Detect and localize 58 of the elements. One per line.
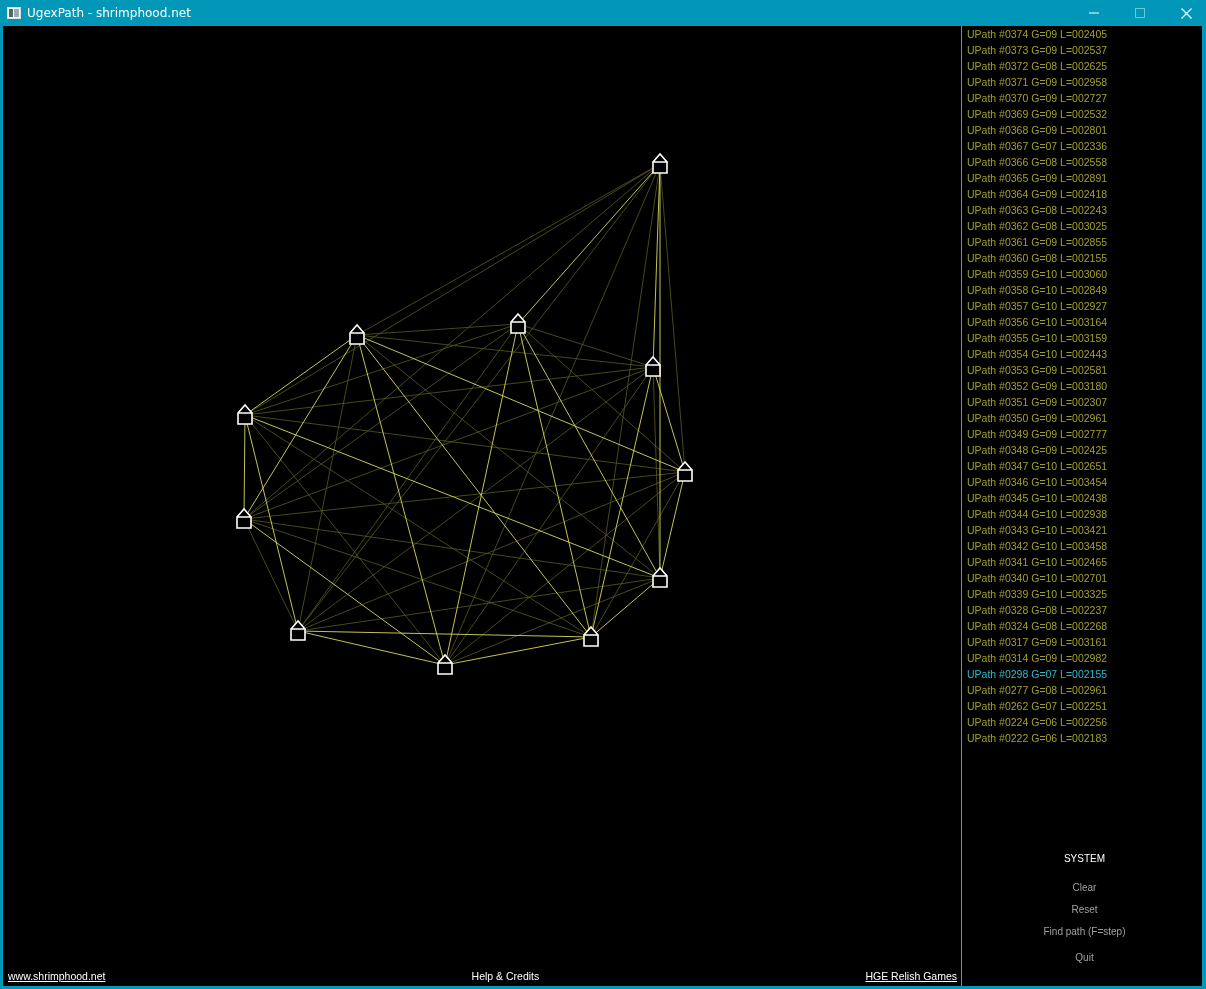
credits-link[interactable]: HGE Relish Games	[865, 970, 957, 982]
path-list-item[interactable]: UPath #0347 G=10 L=002651	[967, 458, 1202, 474]
menu-heading: SYSTEM	[1063, 853, 1106, 864]
path-list-item[interactable]: UPath #0356 G=10 L=003164	[967, 314, 1202, 330]
help-credits-link[interactable]: Help & Credits	[471, 970, 540, 982]
close-icon[interactable]	[1181, 7, 1192, 19]
path-list-item[interactable]: UPath #0324 G=08 L=002268	[967, 618, 1202, 634]
path-list-item[interactable]: UPath #0352 G=09 L=003180	[967, 378, 1202, 394]
path-list-item[interactable]: UPath #0341 G=10 L=002465	[967, 554, 1202, 570]
path-list-item[interactable]: UPath #0374 G=09 L=002405	[967, 26, 1202, 42]
path-list-item[interactable]: UPath #0358 G=10 L=002849	[967, 282, 1202, 298]
path-list-item[interactable]: UPath #0348 G=09 L=002425	[967, 442, 1202, 458]
app-icon	[7, 7, 21, 19]
menu-item[interactable]: Find path (F=step)	[1043, 926, 1126, 948]
path-list-item[interactable]: UPath #0222 G=06 L=002183	[967, 730, 1202, 746]
menu-item[interactable]: Quit	[1075, 952, 1094, 974]
path-list-item[interactable]: UPath #0339 G=10 L=003325	[967, 586, 1202, 602]
path-list-item[interactable]: UPath #0340 G=10 L=002701	[967, 570, 1202, 586]
path-list-item[interactable]: UPath #0343 G=10 L=003421	[967, 522, 1202, 538]
path-list-item[interactable]: UPath #0345 G=10 L=002438	[967, 490, 1202, 506]
path-list-item[interactable]: UPath #0346 G=10 L=003454	[967, 474, 1202, 490]
path-list-item[interactable]: UPath #0369 G=09 L=002532	[967, 106, 1202, 122]
menu-item[interactable]: Clear	[1072, 882, 1097, 904]
path-list-item[interactable]: UPath #0371 G=09 L=002958	[967, 74, 1202, 90]
menu-item[interactable]: Reset	[1071, 904, 1098, 926]
path-list-item[interactable]: UPath #0364 G=09 L=002418	[967, 186, 1202, 202]
path-list-item[interactable]: UPath #0355 G=10 L=003159	[967, 330, 1202, 346]
path-list-item[interactable]: UPath #0367 G=07 L=002336	[967, 138, 1202, 154]
path-list-item[interactable]: UPath #0361 G=09 L=002855	[967, 234, 1202, 250]
path-list-item[interactable]: UPath #0349 G=09 L=002777	[967, 426, 1202, 442]
path-list-item[interactable]: UPath #0344 G=10 L=002938	[967, 506, 1202, 522]
path-list-item[interactable]: UPath #0362 G=08 L=003025	[967, 218, 1202, 234]
path-list-item[interactable]: UPath #0354 G=10 L=002443	[967, 346, 1202, 362]
window-title: UgexPath - shrimphood.net	[27, 6, 191, 20]
path-list-item[interactable]: UPath #0359 G=10 L=003060	[967, 266, 1202, 282]
path-list-item[interactable]: UPath #0353 G=09 L=002581	[967, 362, 1202, 378]
path-list-item[interactable]: UPath #0317 G=09 L=003161	[967, 634, 1202, 650]
path-list-item[interactable]: UPath #0365 G=09 L=002891	[967, 170, 1202, 186]
maximize-icon[interactable]	[1135, 8, 1145, 18]
path-list-item[interactable]: UPath #0368 G=09 L=002801	[967, 122, 1202, 138]
website-link[interactable]: www.shrimphood.net	[8, 970, 106, 982]
path-list-item[interactable]: UPath #0298 G=07 L=002155	[967, 666, 1202, 682]
path-list-item[interactable]: UPath #0224 G=06 L=002256	[967, 714, 1202, 730]
path-list-item[interactable]: UPath #0363 G=08 L=002243	[967, 202, 1202, 218]
path-list-item[interactable]: UPath #0357 G=10 L=002927	[967, 298, 1202, 314]
path-list-item[interactable]: UPath #0366 G=08 L=002558	[967, 154, 1202, 170]
path-list-item[interactable]: UPath #0342 G=10 L=003458	[967, 538, 1202, 554]
path-list-item[interactable]: UPath #0370 G=09 L=002727	[967, 90, 1202, 106]
path-list-item[interactable]: UPath #0328 G=08 L=002237	[967, 602, 1202, 618]
path-list-item[interactable]: UPath #0360 G=08 L=002155	[967, 250, 1202, 266]
path-list-item[interactable]: UPath #0373 G=09 L=002537	[967, 42, 1202, 58]
path-list-item[interactable]: UPath #0372 G=08 L=002625	[967, 58, 1202, 74]
path-list-item[interactable]: UPath #0350 G=09 L=002961	[967, 410, 1202, 426]
path-list-item[interactable]: UPath #0351 G=09 L=002307	[967, 394, 1202, 410]
path-list-item[interactable]: UPath #0314 G=09 L=002982	[967, 650, 1202, 666]
path-list-item[interactable]: UPath #0262 G=07 L=002251	[967, 698, 1202, 714]
path-list-item[interactable]: UPath #0277 G=08 L=002961	[967, 682, 1202, 698]
minimize-icon[interactable]	[1089, 12, 1099, 14]
